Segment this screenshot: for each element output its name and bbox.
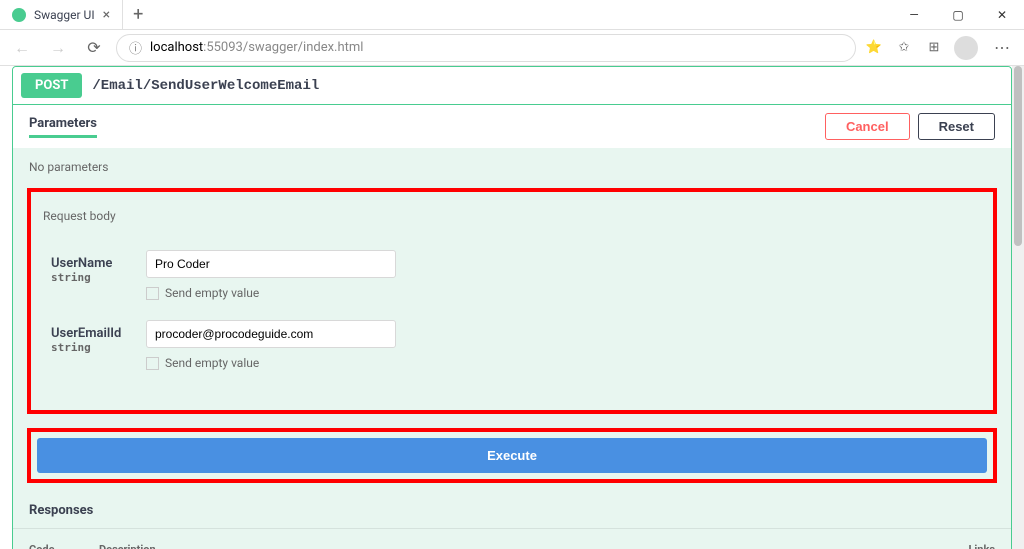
request-body-highlight-box: Request body multipart/form-data UserNam… bbox=[27, 188, 997, 414]
new-tab-button[interactable]: + bbox=[123, 4, 153, 25]
profile-avatar[interactable] bbox=[954, 36, 978, 60]
url-input[interactable]: ⓘ localhost:55093/swagger/index.html bbox=[116, 34, 856, 62]
request-body-label: Request body bbox=[35, 209, 116, 223]
checkbox-label: Send empty value bbox=[165, 356, 259, 370]
scrollbar-thumb[interactable] bbox=[1014, 66, 1022, 246]
page-content: POST /Email/SendUserWelcomeEmail Paramet… bbox=[0, 66, 1024, 549]
nav-back-button[interactable]: ← bbox=[8, 34, 36, 62]
useremail-empty-checkbox[interactable] bbox=[146, 357, 159, 370]
nav-refresh-button[interactable]: ⟳ bbox=[80, 34, 108, 62]
field-type: string bbox=[51, 271, 126, 284]
browser-addressbar: ← → ⟳ ⓘ localhost:55093/swagger/index.ht… bbox=[0, 30, 1024, 66]
nav-forward-button[interactable]: → bbox=[44, 34, 72, 62]
parameters-header: Parameters Cancel Reset bbox=[13, 105, 1011, 148]
parameters-tab[interactable]: Parameters bbox=[29, 116, 97, 138]
window-close-button[interactable]: ✕ bbox=[980, 0, 1024, 30]
favorites-icon[interactable]: ✩ bbox=[894, 38, 914, 58]
browser-tab[interactable]: Swagger UI × bbox=[0, 0, 123, 30]
tab-close-icon[interactable]: × bbox=[103, 7, 110, 23]
field-name: UserName bbox=[51, 256, 126, 271]
endpoint-header[interactable]: POST /Email/SendUserWelcomeEmail bbox=[13, 67, 1011, 105]
site-info-icon[interactable]: ⓘ bbox=[129, 38, 142, 57]
window-titlebar: Swagger UI × + — ▢ ✕ bbox=[0, 0, 1024, 30]
more-menu-icon[interactable]: ⋯ bbox=[988, 38, 1016, 57]
window-maximize-button[interactable]: ▢ bbox=[936, 0, 980, 30]
vertical-scrollbar[interactable] bbox=[1012, 66, 1024, 549]
responses-col-links: Links bbox=[915, 543, 995, 549]
responses-table: Code Description Links 200 Success No li… bbox=[13, 529, 1011, 549]
field-row-useremail: UserEmailId string Send empty value bbox=[51, 320, 973, 370]
read-aloud-icon[interactable]: ⭐ bbox=[864, 38, 884, 58]
url-text: localhost:55093/swagger/index.html bbox=[150, 40, 363, 55]
cancel-button[interactable]: Cancel bbox=[825, 113, 910, 140]
window-minimize-button[interactable]: — bbox=[892, 0, 936, 30]
checkbox-label: Send empty value bbox=[165, 286, 259, 300]
execute-button[interactable]: Execute bbox=[37, 438, 987, 473]
field-name: UserEmailId bbox=[51, 326, 126, 341]
field-row-username: UserName string Send empty value bbox=[51, 250, 973, 300]
responses-col-code: Code bbox=[29, 543, 99, 549]
useremail-input[interactable] bbox=[146, 320, 396, 348]
tab-title: Swagger UI bbox=[34, 8, 95, 22]
endpoint-path: /Email/SendUserWelcomeEmail bbox=[92, 78, 319, 94]
no-parameters-text: No parameters bbox=[13, 148, 1011, 186]
collections-icon[interactable]: ⊞ bbox=[924, 38, 944, 58]
field-type: string bbox=[51, 341, 126, 354]
responses-header: Responses bbox=[13, 493, 1011, 529]
execute-highlight-box: Execute bbox=[27, 428, 997, 483]
http-method-badge: POST bbox=[21, 73, 82, 98]
endpoint-panel: POST /Email/SendUserWelcomeEmail Paramet… bbox=[12, 66, 1012, 549]
swagger-favicon bbox=[12, 8, 26, 22]
username-empty-checkbox[interactable] bbox=[146, 287, 159, 300]
responses-col-desc: Description bbox=[99, 543, 915, 549]
reset-button[interactable]: Reset bbox=[918, 113, 995, 140]
username-input[interactable] bbox=[146, 250, 396, 278]
